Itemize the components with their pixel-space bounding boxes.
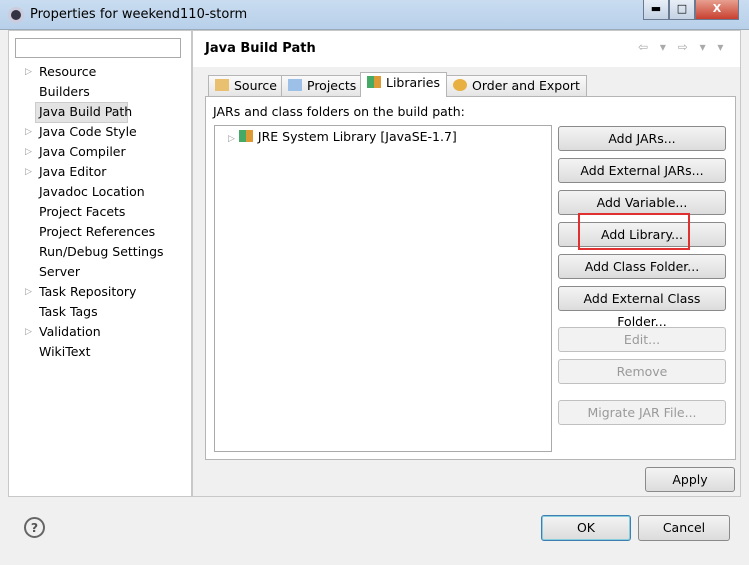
tab-projects[interactable]: Projects (281, 75, 364, 97)
sidebar-item-validation[interactable]: Validation (39, 322, 101, 342)
expand-arrow-icon[interactable]: ▷ (25, 62, 32, 82)
cancel-button[interactable]: Cancel (638, 515, 730, 541)
eclipse-app-icon (8, 7, 24, 23)
help-icon[interactable]: ? (24, 517, 45, 538)
expand-arrow-icon[interactable]: ▷ (25, 282, 32, 302)
libraries-icon (367, 76, 381, 88)
highlight-box (578, 213, 690, 250)
expand-arrow-icon[interactable]: ▷ (25, 162, 32, 182)
page-title: Java Build Path (205, 41, 316, 56)
sidebar-item-project-references[interactable]: Project References (39, 222, 155, 242)
sidebar-item-java-compiler[interactable]: Java Compiler (39, 142, 126, 162)
sidebar-item-java-code-style[interactable]: Java Code Style (39, 122, 137, 142)
sidebar-item-java-editor[interactable]: Java Editor (39, 162, 106, 182)
sidebar-item-server[interactable]: Server (39, 262, 80, 282)
close-button[interactable]: X (695, 0, 739, 20)
sidebar-item-resource[interactable]: Resource (39, 62, 96, 82)
sidebar (8, 30, 192, 497)
order-export-icon (453, 79, 467, 91)
add-jars-button[interactable]: Add JARs... (558, 126, 726, 151)
sidebar-item-builders[interactable]: Builders (39, 82, 90, 102)
source-folder-icon (215, 79, 229, 91)
apply-button[interactable]: Apply (645, 467, 735, 492)
ok-button[interactable]: OK (541, 515, 631, 541)
sidebar-item-task-repository[interactable]: Task Repository (39, 282, 136, 302)
list-item[interactable]: ▷ JRE System Library [JavaSE-1.7] (228, 129, 457, 144)
list-label: JARs and class folders on the build path… (213, 104, 465, 119)
add-external-jars-button[interactable]: Add External JARs... (558, 158, 726, 183)
filter-input[interactable] (15, 38, 181, 58)
add-variable-button[interactable]: Add Variable... (558, 190, 726, 215)
history-nav-arrows[interactable]: ⇦ ▾ ⇨ ▾ ▾ (638, 40, 727, 54)
expand-arrow-icon[interactable]: ▷ (228, 134, 235, 144)
tab-order-and-export[interactable]: Order and Export (446, 75, 587, 97)
migrate-jar-file-button[interactable]: Migrate JAR File... (558, 400, 726, 425)
tab-source[interactable]: Source (208, 75, 284, 97)
add-class-folder-button[interactable]: Add Class Folder... (558, 254, 726, 279)
maximize-button[interactable]: □ (669, 0, 695, 20)
sidebar-item-task-tags[interactable]: Task Tags (39, 302, 98, 322)
projects-folder-icon (288, 79, 302, 91)
sidebar-item-wikitext[interactable]: WikiText (39, 342, 91, 362)
expand-arrow-icon[interactable]: ▷ (25, 142, 32, 162)
library-icon (238, 130, 253, 142)
tab-libraries[interactable]: Libraries (360, 72, 447, 97)
add-external-class-folder-button[interactable]: Add External Class Folder... (558, 286, 726, 329)
sidebar-item-project-facets[interactable]: Project Facets (39, 202, 125, 222)
sidebar-item-run-debug-settings[interactable]: Run/Debug Settings (39, 242, 164, 262)
remove-button[interactable]: Remove (558, 359, 726, 384)
window-title: Properties for weekend110-storm (30, 7, 248, 22)
sidebar-item-java-build-path[interactable]: Java Build Path (39, 102, 132, 122)
edit-button[interactable]: Edit... (558, 327, 726, 352)
build-path-list[interactable] (214, 125, 552, 452)
sidebar-item-javadoc-location[interactable]: Javadoc Location (39, 182, 145, 202)
expand-arrow-icon[interactable]: ▷ (25, 122, 32, 142)
expand-arrow-icon[interactable]: ▷ (25, 322, 32, 342)
minimize-button[interactable]: ▬ (643, 0, 669, 20)
